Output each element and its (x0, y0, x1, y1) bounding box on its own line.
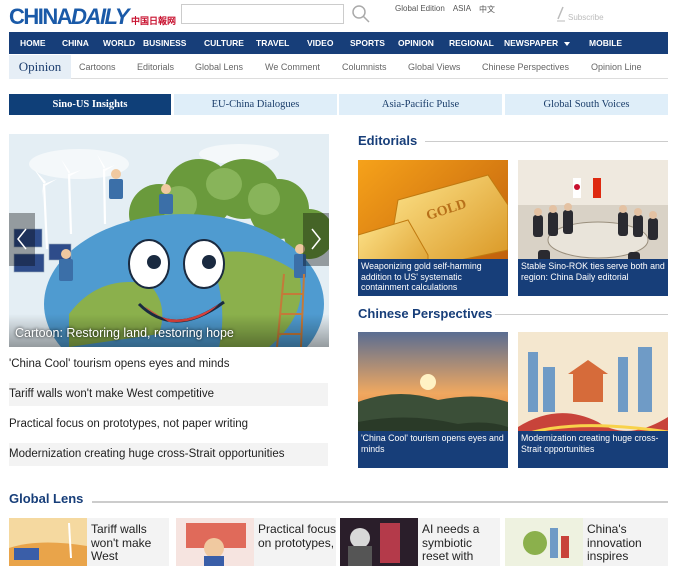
card-caption: Stable Sino-ROK ties serve both and regi… (518, 259, 668, 296)
nav-newspaper-label: NEWSPAPER (504, 38, 559, 48)
tab-eu-china-dialogues[interactable]: EU-China Dialogues (174, 94, 337, 115)
global-lens-thumb (505, 518, 583, 566)
headline-item[interactable]: 'China Cool' tourism opens eyes and mind… (9, 353, 328, 376)
global-lens-title: AI needs a symbiotic reset with (422, 522, 480, 563)
global-lens-title: Practical focus on prototypes, (258, 522, 336, 550)
caret-down-icon (564, 41, 571, 46)
nav-china[interactable]: CHINA (62, 38, 89, 48)
logo-chinese: 中国日報网 (131, 17, 177, 27)
subnav-title[interactable]: Opinion (9, 55, 71, 79)
global-lens-item[interactable]: AI needs a symbiotic reset with (340, 518, 500, 566)
global-lens-thumb (9, 518, 87, 566)
card-caption: Weaponizing gold self-harming addition t… (358, 259, 508, 296)
global-lens-thumb (340, 518, 418, 566)
section-divider (425, 141, 668, 142)
subnav-global-views[interactable]: Global Views (408, 62, 460, 72)
card-caption: 'China Cool' tourism opens eyes and mind… (358, 431, 508, 468)
editorial-card-gold[interactable]: GOLD Weaponizing gold self-harming addit… (358, 160, 508, 296)
main-nav: HOME CHINA WORLD BUSINESS CULTURE TRAVEL… (9, 32, 668, 54)
chevron-left-icon (17, 228, 27, 250)
subnav-chinese-perspectives[interactable]: Chinese Perspectives (482, 62, 569, 72)
pen-icon (557, 6, 565, 22)
subnav-opinion-line[interactable]: Opinion Line (591, 62, 642, 72)
nav-travel[interactable]: TRAVEL (256, 38, 289, 48)
global-lens-item[interactable]: China's innovation inspires (505, 518, 668, 566)
section-divider (495, 314, 668, 315)
subnav-we-comment[interactable]: We Comment (265, 62, 320, 72)
editorials-heading[interactable]: Editorials (358, 133, 417, 148)
opinion-subnav: Opinion Cartoons Editorials Global Lens … (9, 55, 668, 79)
nav-sports[interactable]: SPORTS (350, 38, 385, 48)
tab-sino-us-insights[interactable]: Sino-US Insights (9, 94, 171, 115)
global-lens-heading[interactable]: Global Lens (9, 491, 83, 506)
carousel-next-button[interactable] (303, 213, 329, 266)
asia-link[interactable]: ASIA (453, 4, 471, 15)
card-caption: Modernization creating huge cross-Strait… (518, 431, 668, 468)
nav-regional[interactable]: REGIONAL (449, 38, 494, 48)
nav-video[interactable]: VIDEO (307, 38, 333, 48)
perspective-card-china-cool[interactable]: 'China Cool' tourism opens eyes and mind… (358, 332, 508, 468)
chinadaily-logo[interactable]: CHINA DAILY 中国日報网 (9, 4, 177, 29)
nav-home[interactable]: HOME (20, 38, 46, 48)
carousel-prev-button[interactable] (9, 213, 35, 266)
chinese-perspectives-heading[interactable]: Chinese Perspectives (358, 306, 492, 321)
subnav-columnists[interactable]: Columnists (342, 62, 387, 72)
global-lens-title: China's innovation inspires (587, 522, 642, 563)
subnav-cartoons[interactable]: Cartoons (79, 62, 116, 72)
cartoon-illustration (9, 134, 329, 347)
headline-item[interactable]: Practical focus on prototypes, not paper… (9, 413, 328, 436)
editorial-card-sino-rok[interactable]: Stable Sino-ROK ties serve both and regi… (518, 160, 668, 296)
subnav-editorials[interactable]: Editorials (137, 62, 174, 72)
subscribe-label: Subscribe (568, 13, 604, 22)
nav-newspaper[interactable]: NEWSPAPER (504, 38, 571, 48)
headline-item[interactable]: Modernization creating huge cross-Strait… (9, 443, 328, 466)
nav-business[interactable]: BUSINESS (143, 38, 186, 48)
subscribe-button[interactable]: Subscribe (556, 6, 604, 22)
global-lens-item[interactable]: Tariff walls won't make West (9, 518, 169, 566)
nav-mobile[interactable]: MOBILE (589, 38, 622, 48)
global-lens-thumb (176, 518, 254, 566)
chinese-link[interactable]: 中文 (479, 4, 495, 15)
subnav-global-lens[interactable]: Global Lens (195, 62, 243, 72)
tab-global-south-voices[interactable]: Global South Voices (505, 94, 668, 115)
search-icon[interactable] (351, 4, 371, 24)
chevron-right-icon (311, 228, 321, 250)
logo-china: CHINA (9, 4, 73, 29)
perspective-card-modernization[interactable]: Modernization creating huge cross-Strait… (518, 332, 668, 468)
site-header: CHINA DAILY 中国日報网 Global Edition ASIA 中文 S… (0, 0, 680, 32)
nav-world[interactable]: WORLD (103, 38, 135, 48)
global-lens-title: Tariff walls won't make West (91, 522, 152, 563)
hero-caption[interactable]: Cartoon: Restoring land, restoring hope (15, 326, 234, 340)
tab-asia-pacific-pulse[interactable]: Asia-Pacific Pulse (339, 94, 502, 115)
global-edition-link[interactable]: Global Edition (395, 4, 445, 15)
logo-daily: DAILY (71, 4, 129, 29)
headline-item[interactable]: Tariff walls won't make West competitive (9, 383, 328, 406)
search-input[interactable] (181, 4, 344, 24)
edition-links: Global Edition ASIA 中文 (395, 4, 495, 15)
hero-carousel[interactable]: Cartoon: Restoring land, restoring hope (9, 134, 329, 347)
nav-opinion[interactable]: OPINION (398, 38, 434, 48)
section-divider (92, 501, 668, 503)
global-lens-item[interactable]: Practical focus on prototypes, (176, 518, 336, 566)
nav-culture[interactable]: CULTURE (204, 38, 244, 48)
